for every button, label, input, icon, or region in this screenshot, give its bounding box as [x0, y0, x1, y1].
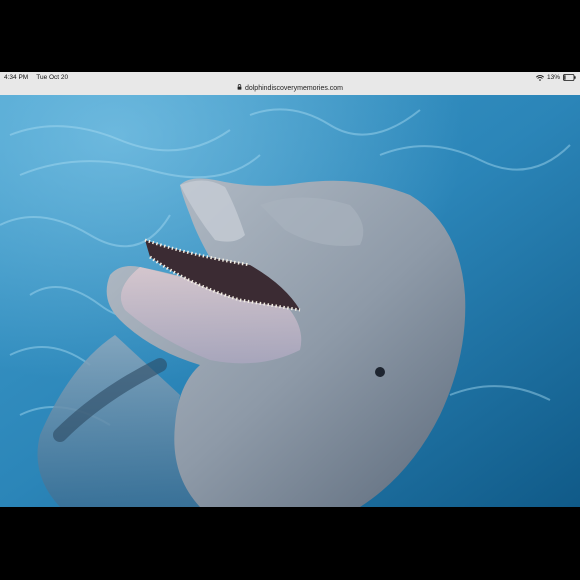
battery-icon	[563, 74, 576, 81]
address-bar[interactable]: dolphindiscoverymemories.com	[0, 83, 580, 95]
battery-percent: 13%	[546, 74, 560, 81]
dolphin-eye	[375, 367, 385, 377]
status-bar: 4:34 PM Tue Oct 20 13%	[0, 72, 580, 83]
status-left: 4:34 PM Tue Oct 20	[4, 72, 68, 83]
url-text: dolphindiscoverymemories.com	[244, 85, 344, 92]
ipad-screenshot: 4:34 PM Tue Oct 20 13% dolphindiscoverym…	[0, 0, 580, 580]
lock-icon	[237, 83, 242, 95]
status-right: 13%	[535, 72, 576, 83]
address-bar-content: dolphindiscoverymemories.com	[237, 83, 343, 95]
status-date: Tue Oct 20	[36, 74, 69, 81]
wifi-icon	[535, 74, 544, 81]
status-time: 4:34 PM	[4, 74, 29, 81]
dolphin-illustration	[0, 95, 580, 507]
dolphin-photo	[0, 95, 580, 507]
